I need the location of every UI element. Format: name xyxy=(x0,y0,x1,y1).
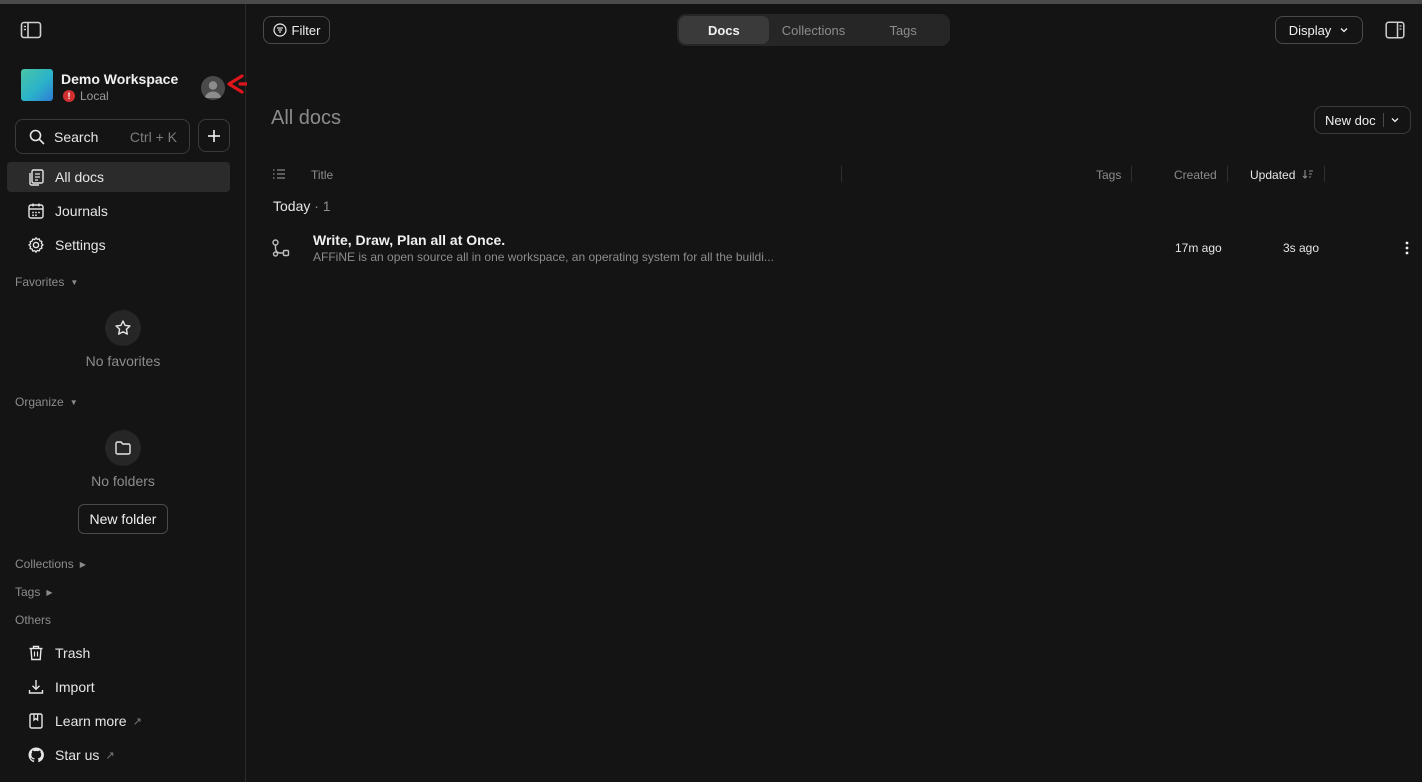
calendar-icon xyxy=(28,203,44,219)
column-divider xyxy=(1324,166,1325,182)
sidebar-item-trash[interactable]: Trash xyxy=(7,638,230,668)
organize-title: Organize xyxy=(15,395,64,409)
folder-icon xyxy=(105,430,141,466)
sidebar-item-learn-more[interactable]: Learn more ↗ xyxy=(7,706,230,736)
sidebar-toggle-icon[interactable] xyxy=(20,21,42,39)
add-doc-button[interactable] xyxy=(198,119,230,152)
doc-title: Write, Draw, Plan all at Once. xyxy=(313,232,506,248)
table-row[interactable]: Write, Draw, Plan all at Once. AFFiNE is… xyxy=(263,228,1422,268)
sidebar-item-label: Import xyxy=(55,679,95,695)
sidebar-item-label: All docs xyxy=(55,169,105,185)
caret-down-icon: ▼ xyxy=(70,277,79,287)
edgeless-doc-icon xyxy=(271,238,291,263)
search-shortcut: Ctrl + K xyxy=(129,128,177,145)
search-label: Search xyxy=(54,128,99,145)
doc-created-time: 17m ago xyxy=(1175,241,1222,255)
sort-descending-icon xyxy=(1302,170,1313,179)
display-label: Display xyxy=(1288,22,1332,38)
workspace-name: Demo Workspace xyxy=(61,71,179,87)
tags-section-header[interactable]: Tags ▶ xyxy=(15,585,53,599)
sidebar-item-label: Trash xyxy=(55,645,91,661)
select-all-list-icon[interactable] xyxy=(272,167,286,186)
new-doc-label: New doc xyxy=(1325,112,1376,128)
star-icon xyxy=(105,310,141,346)
group-count: · 1 xyxy=(314,198,331,214)
new-doc-button[interactable]: New doc xyxy=(1314,106,1411,134)
workspace-avatar xyxy=(21,69,53,101)
new-folder-button[interactable]: New folder xyxy=(78,504,168,534)
column-header-title[interactable]: Title xyxy=(311,168,333,182)
group-header-today[interactable]: Today · 1 xyxy=(273,198,331,214)
more-options-icon[interactable] xyxy=(1397,238,1417,258)
all-docs-icon xyxy=(29,169,44,186)
column-divider xyxy=(1227,166,1228,182)
chevron-down-icon xyxy=(1340,28,1348,33)
sidebar-item-label: Learn more xyxy=(55,713,127,729)
book-icon xyxy=(29,713,43,729)
workspace-card[interactable]: Demo Workspace ! Local xyxy=(21,69,236,103)
search-button[interactable]: Search Ctrl + K xyxy=(15,119,190,154)
user-account-icon[interactable] xyxy=(201,76,225,100)
page-title: All docs xyxy=(271,107,342,129)
tab-tags[interactable]: Tags xyxy=(858,16,948,44)
filter-label: Filter xyxy=(291,22,321,38)
tab-collections[interactable]: Collections xyxy=(769,16,859,44)
sidebar-item-label: Journals xyxy=(55,203,108,219)
sidebar-item-all-docs[interactable]: All docs xyxy=(7,162,230,192)
sidebar-item-journals[interactable]: Journals xyxy=(7,196,230,226)
workspace-status-label: Local xyxy=(80,89,109,103)
sidebar: Demo Workspace ! Local Search Ctrl + K A… xyxy=(0,4,246,782)
filter-button[interactable]: Filter xyxy=(263,16,330,44)
filter-icon xyxy=(272,23,287,37)
others-section-header: Others xyxy=(15,613,51,627)
no-folders-text: No folders xyxy=(91,473,155,489)
column-header-tags[interactable]: Tags xyxy=(1096,168,1121,182)
github-icon xyxy=(28,747,44,763)
caret-down-icon: ▼ xyxy=(69,397,78,407)
tags-title: Tags xyxy=(15,585,41,599)
no-favorites-text: No favorites xyxy=(85,353,161,369)
view-tabs: Docs Collections Tags xyxy=(677,14,950,46)
favorites-title: Favorites xyxy=(15,275,65,289)
sidebar-item-label: Star us xyxy=(55,747,100,763)
caret-right-icon: ▶ xyxy=(46,587,53,597)
doc-preview: AFFiNE is an open source all in one work… xyxy=(313,250,774,264)
collections-title: Collections xyxy=(15,557,74,571)
import-icon xyxy=(28,680,44,694)
alert-icon: ! xyxy=(63,90,75,102)
trash-icon xyxy=(29,645,43,661)
sidebar-item-label: Settings xyxy=(55,237,106,253)
sidebar-item-import[interactable]: Import xyxy=(7,672,230,702)
display-button[interactable]: Display xyxy=(1275,16,1363,44)
column-header-updated-label: Updated xyxy=(1250,168,1296,182)
workspace-status: ! Local xyxy=(63,89,109,103)
organize-section-header[interactable]: Organize ▼ xyxy=(15,395,78,409)
column-divider xyxy=(1131,166,1132,182)
doc-updated-time: 3s ago xyxy=(1283,241,1320,255)
chevron-down-icon[interactable] xyxy=(1390,115,1400,125)
column-divider xyxy=(841,166,842,182)
button-divider xyxy=(1382,113,1384,127)
tab-docs[interactable]: Docs xyxy=(679,16,769,44)
others-title: Others xyxy=(15,613,52,627)
group-label: Today xyxy=(273,198,311,214)
plus-icon xyxy=(208,129,220,142)
sidebar-item-settings[interactable]: Settings xyxy=(7,230,230,260)
search-icon xyxy=(29,129,45,144)
favorites-section-header[interactable]: Favorites ▼ xyxy=(15,275,78,289)
external-link-icon: ↗ xyxy=(105,749,115,762)
column-header-updated[interactable]: Updated xyxy=(1250,168,1314,182)
external-link-icon: ↗ xyxy=(132,715,142,728)
sidebar-item-star-us[interactable]: Star us ↗ xyxy=(7,740,230,770)
right-panel-toggle-icon[interactable] xyxy=(1385,21,1405,39)
column-header-created[interactable]: Created xyxy=(1174,168,1217,182)
collections-section-header[interactable]: Collections ▶ xyxy=(15,557,86,571)
gear-icon xyxy=(28,237,44,253)
main-content: Filter Docs Collections Tags Display All… xyxy=(247,4,1422,782)
caret-right-icon: ▶ xyxy=(79,559,86,569)
